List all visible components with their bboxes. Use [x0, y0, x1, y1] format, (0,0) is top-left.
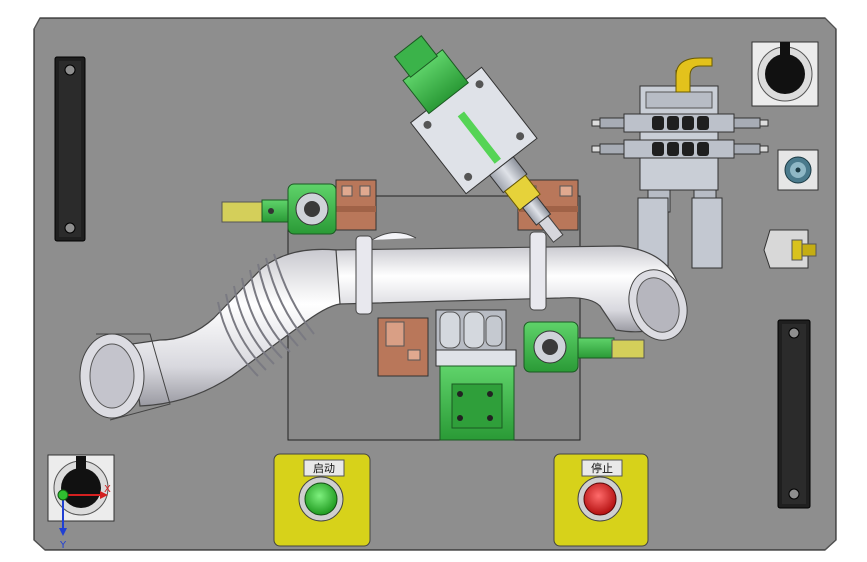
- copper-block-top-left: [335, 179, 377, 231]
- selector-switch-top-right[interactable]: [751, 41, 819, 107]
- left-handle[interactable]: [54, 56, 86, 242]
- cad-viewport[interactable]: 启动 停止 X Y: [0, 0, 867, 562]
- pneumatic-slide: [435, 309, 517, 441]
- right-handle[interactable]: [777, 319, 811, 509]
- start-button-label: 启动: [313, 462, 335, 475]
- stop-button[interactable]: [583, 482, 617, 516]
- stop-button-label: 停止: [591, 461, 613, 475]
- copper-block-bottom-left: [377, 317, 429, 377]
- triad-x-label: X: [104, 484, 111, 495]
- start-button[interactable]: [304, 482, 338, 516]
- triad-y-label: Y: [59, 540, 67, 551]
- air-fitting-right: [763, 229, 817, 269]
- sensor-connector: [777, 149, 819, 191]
